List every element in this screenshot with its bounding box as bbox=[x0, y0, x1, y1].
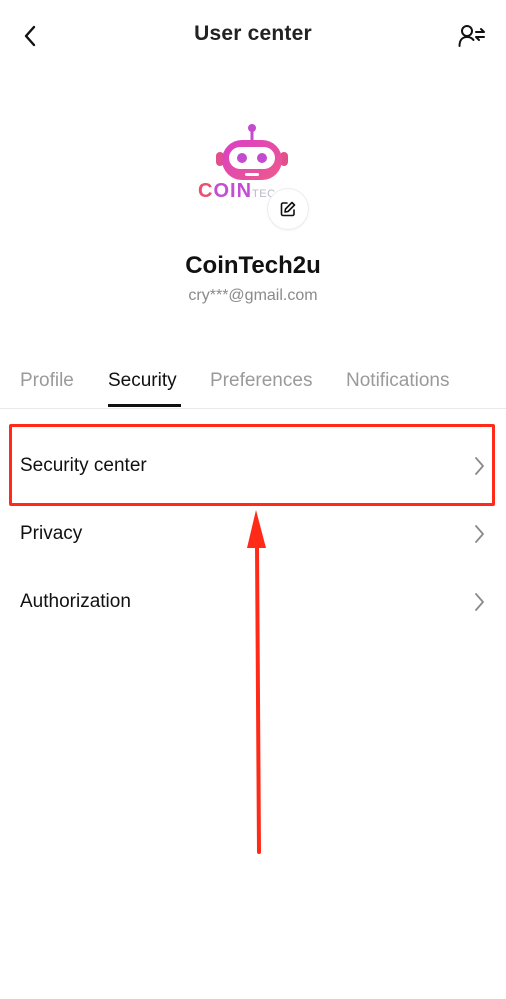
tab-bar: Profile Security Preferences Notificatio… bbox=[0, 366, 506, 409]
list-item-label: Security center bbox=[20, 455, 147, 476]
robot-logo-icon bbox=[216, 124, 288, 180]
tab-preferences[interactable]: Preferences bbox=[210, 370, 312, 392]
edit-icon bbox=[280, 201, 296, 217]
switch-account-button[interactable] bbox=[456, 20, 488, 52]
edit-avatar-button[interactable] bbox=[268, 189, 308, 229]
active-tab-indicator bbox=[108, 404, 181, 407]
list-item-security-center[interactable]: Security center bbox=[0, 435, 506, 499]
user-switch-icon bbox=[458, 25, 485, 47]
user-email: cry***@gmail.com bbox=[188, 287, 318, 304]
logo-wordmark: COINTEC bbox=[198, 180, 276, 202]
list-item-privacy[interactable]: Privacy bbox=[0, 503, 506, 567]
top-app-bar: User center bbox=[0, 0, 506, 72]
page-title: User center bbox=[194, 22, 312, 45]
chevron-right-icon bbox=[475, 525, 484, 543]
username: CoinTech2u bbox=[185, 252, 321, 279]
list-item-authorization[interactable]: Authorization bbox=[0, 571, 506, 635]
tab-profile[interactable]: Profile bbox=[20, 370, 74, 392]
tab-security[interactable]: Security bbox=[108, 370, 177, 392]
tab-notifications[interactable]: Notifications bbox=[346, 370, 450, 392]
chevron-right-icon bbox=[475, 593, 484, 611]
chevron-right-icon bbox=[475, 457, 484, 475]
list-item-label: Privacy bbox=[20, 523, 83, 544]
list-item-label: Authorization bbox=[20, 591, 131, 612]
